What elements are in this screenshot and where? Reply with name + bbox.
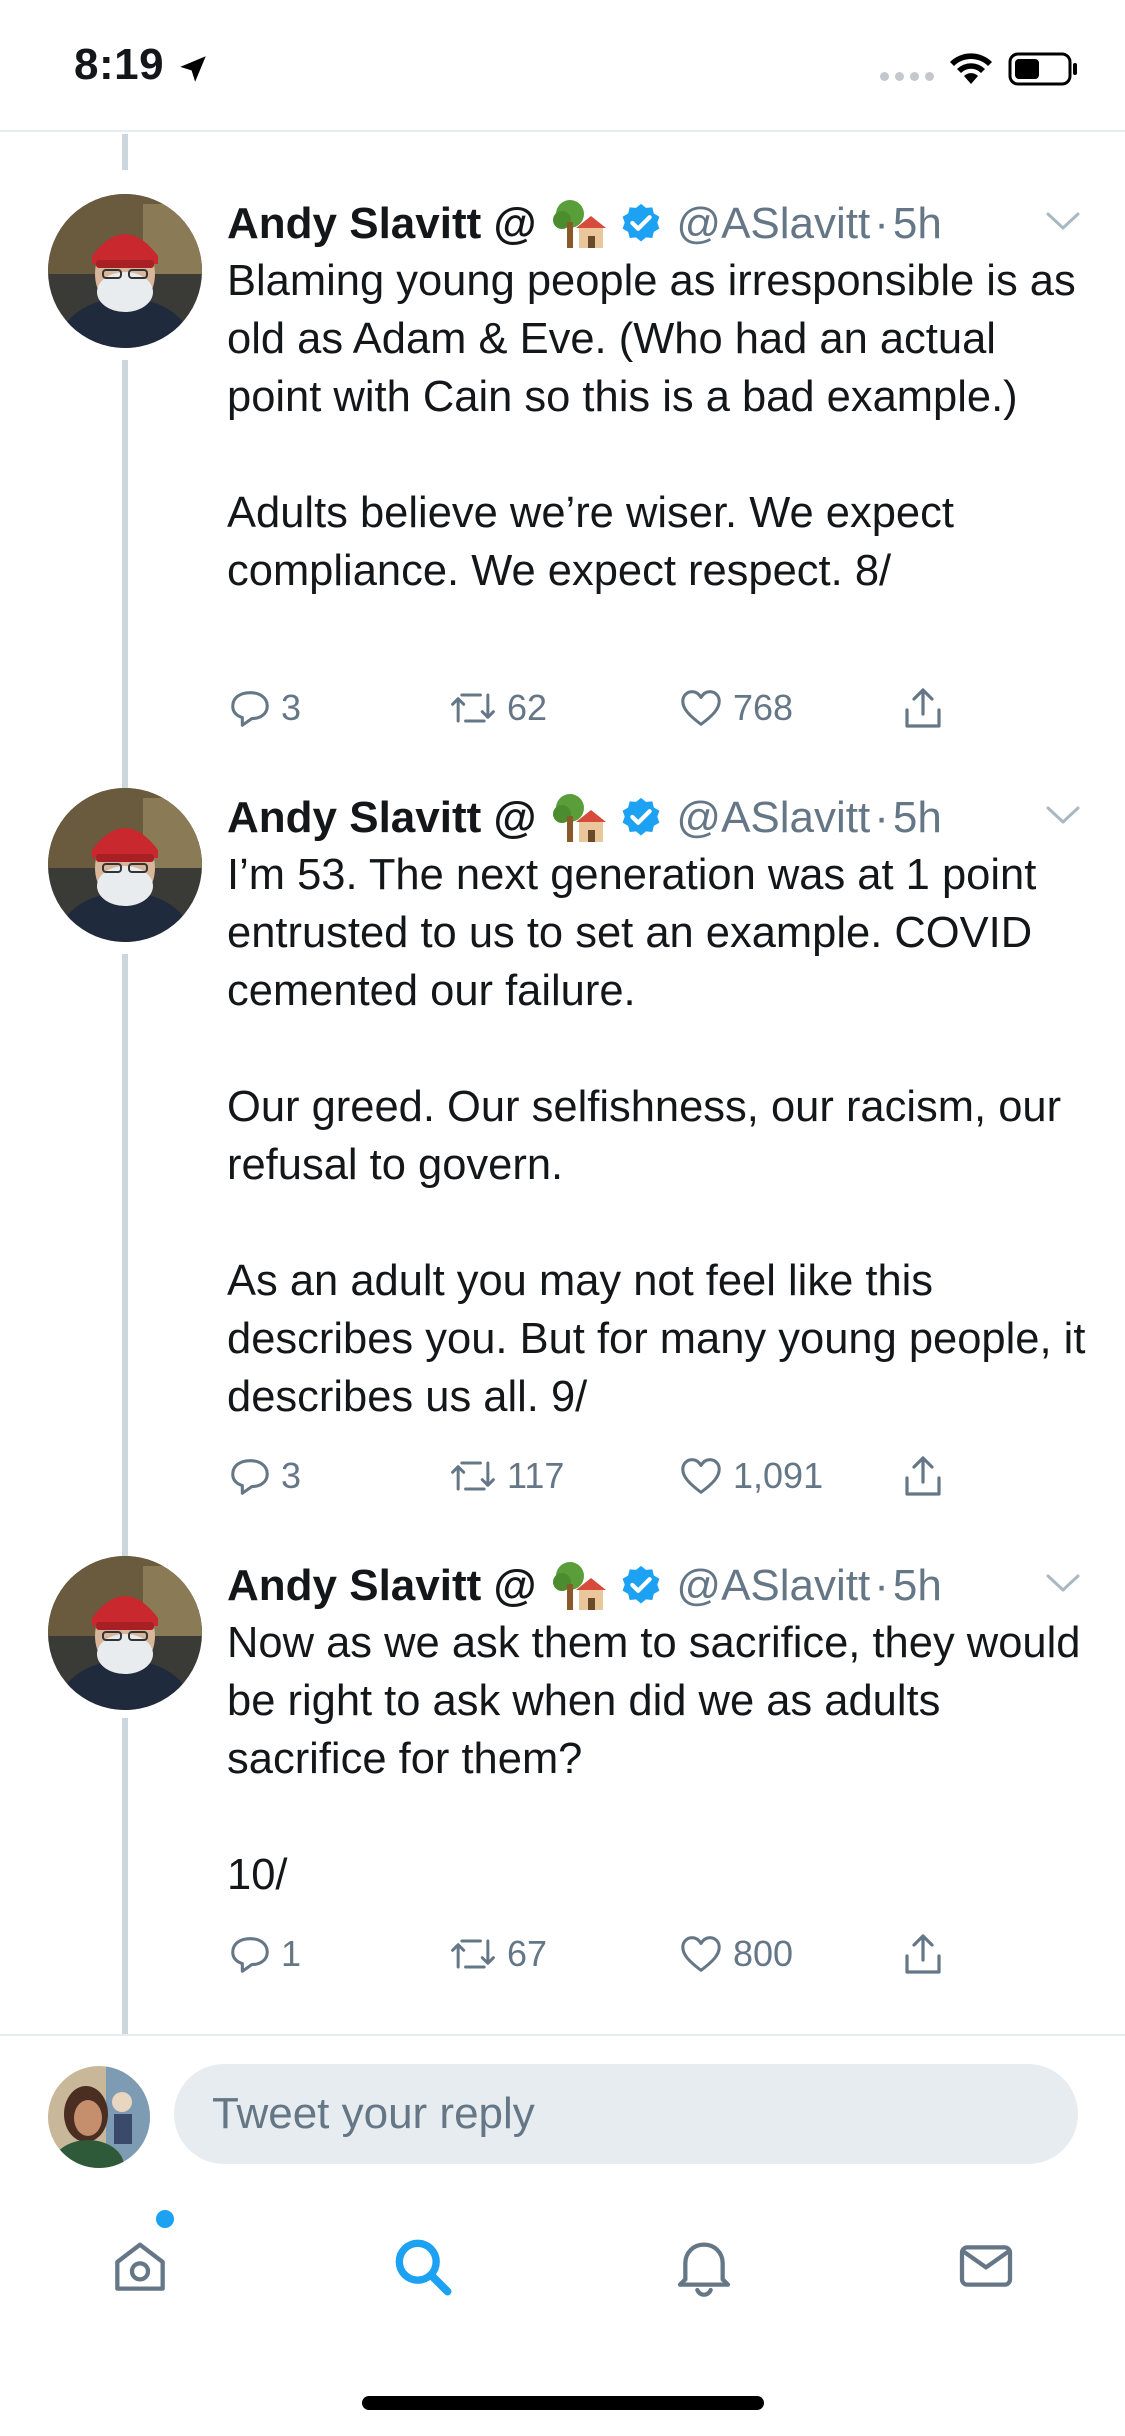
avatar[interactable]	[48, 1556, 202, 1710]
retweet-count: 62	[507, 687, 548, 728]
heart-icon	[681, 690, 721, 726]
chevron-down-icon[interactable]	[1044, 208, 1082, 234]
tweet[interactable]: Andy Slavitt @ @ASlavitt · 5h I’m 53. Th…	[0, 788, 1125, 1648]
wifi-icon	[950, 53, 992, 84]
share-icon	[905, 1456, 941, 1496]
tweet-text: Blaming young people as irresponsible is…	[227, 257, 1076, 595]
like-count: 800	[733, 1933, 794, 1974]
battery-icon	[1008, 52, 1077, 86]
share-button[interactable]	[899, 678, 955, 738]
status-time: 8:19	[74, 40, 165, 89]
tweet-text: I’m 53. The next generation was at 1 poi…	[227, 851, 1086, 1421]
share-button[interactable]	[899, 1924, 955, 1984]
reply-button[interactable]: 3	[227, 1446, 301, 1506]
like-count: 768	[733, 687, 794, 728]
mail-icon	[959, 2245, 1013, 2287]
reply-bar	[0, 2034, 1125, 2178]
tab-notifications[interactable]	[664, 2226, 744, 2306]
author-name[interactable]: Andy Slavitt @	[227, 793, 536, 843]
avatar[interactable]	[48, 788, 202, 942]
like-count: 1,091	[733, 1455, 824, 1496]
tab-messages[interactable]	[946, 2226, 1026, 2306]
tab-bar	[0, 2178, 1125, 2436]
retweet-button[interactable]: 117	[447, 1446, 564, 1506]
tweet-header: Andy Slavitt @ @ASlavitt · 5h	[227, 788, 942, 848]
retweet-button[interactable]: 67	[447, 1924, 547, 1984]
thread-line	[122, 134, 128, 170]
tweet-thread: Andy Slavitt @ @ASlavitt · 5h Blaming yo…	[0, 134, 1125, 2034]
retweet-count: 117	[507, 1455, 565, 1496]
retweet-count: 67	[507, 1933, 548, 1974]
separator-dot: ·	[874, 793, 889, 842]
tweet-actions: 3 62 768	[227, 678, 1027, 738]
reply-button[interactable]: 1	[227, 1924, 301, 1984]
tweet-text: Now as we ask them to sacrifice, they wo…	[227, 1619, 1081, 1899]
chevron-down-icon[interactable]	[1044, 1570, 1082, 1596]
reply-icon	[231, 691, 269, 727]
reply-count: 3	[281, 1455, 302, 1496]
tree-house-emoji-icon	[553, 200, 607, 248]
author-handle[interactable]: @ASlavitt	[676, 793, 870, 843]
location-arrow-icon	[180, 56, 206, 82]
tweet-timestamp[interactable]: 5h	[893, 199, 942, 249]
verified-badge-icon	[623, 797, 660, 836]
cellular-signal-icon	[880, 72, 934, 81]
reply-button[interactable]: 3	[227, 678, 301, 738]
user-avatar[interactable]	[48, 2066, 150, 2168]
retweet-icon	[451, 1461, 495, 1491]
like-button[interactable]: 768	[677, 678, 793, 738]
heart-icon	[681, 1458, 721, 1494]
tweet-actions: 3 117 1,091	[227, 1446, 1027, 1506]
tweet-header: Andy Slavitt @ @ASlavitt · 5h	[227, 194, 942, 254]
reply-count: 1	[281, 1933, 302, 1974]
reply-icon	[231, 1937, 269, 1973]
reply-icon	[231, 1459, 269, 1495]
tweet[interactable]: Andy Slavitt @ @ASlavitt · 5h Now as we …	[0, 1556, 1125, 2016]
like-button[interactable]: 800	[677, 1924, 793, 1984]
tweet-actions: 1 67 800	[227, 1924, 1027, 1984]
retweet-icon	[451, 693, 495, 723]
author-name[interactable]: Andy Slavitt @	[227, 199, 536, 249]
retweet-icon	[451, 1939, 495, 1969]
tweet-timestamp[interactable]: 5h	[893, 1561, 942, 1611]
reply-input[interactable]	[174, 2064, 1078, 2164]
heart-icon	[681, 1936, 721, 1972]
author-handle[interactable]: @ASlavitt	[676, 1561, 870, 1611]
retweet-button[interactable]: 62	[447, 678, 547, 738]
search-icon	[395, 2239, 452, 2296]
bell-icon	[677, 2242, 731, 2297]
separator-dot: ·	[874, 199, 889, 248]
reply-count: 3	[281, 687, 302, 728]
tweet-timestamp[interactable]: 5h	[893, 793, 942, 843]
verified-badge-icon	[623, 1565, 660, 1604]
like-button[interactable]: 1,091	[677, 1446, 823, 1506]
author-name[interactable]: Andy Slavitt @	[227, 1561, 536, 1611]
tweet-header: Andy Slavitt @ @ASlavitt · 5h	[227, 1556, 942, 1616]
chevron-down-icon[interactable]	[1044, 802, 1082, 828]
tab-home[interactable]	[100, 2226, 180, 2306]
tree-house-emoji-icon	[553, 794, 607, 842]
share-button[interactable]	[899, 1446, 955, 1506]
tweet[interactable]: Andy Slavitt @ @ASlavitt · 5h Blaming yo…	[0, 194, 1125, 754]
share-icon	[905, 688, 941, 728]
home-notification-dot	[156, 2210, 174, 2228]
home-icon	[115, 2242, 165, 2291]
verified-badge-icon	[623, 203, 660, 242]
tab-search[interactable]	[382, 2226, 462, 2306]
share-icon	[905, 1934, 941, 1974]
status-bar: 8:19	[0, 0, 1125, 132]
home-indicator	[362, 2396, 764, 2410]
separator-dot: ·	[874, 1561, 889, 1610]
tree-house-emoji-icon	[553, 1562, 607, 1610]
avatar[interactable]	[48, 194, 202, 348]
author-handle[interactable]: @ASlavitt	[676, 199, 870, 249]
